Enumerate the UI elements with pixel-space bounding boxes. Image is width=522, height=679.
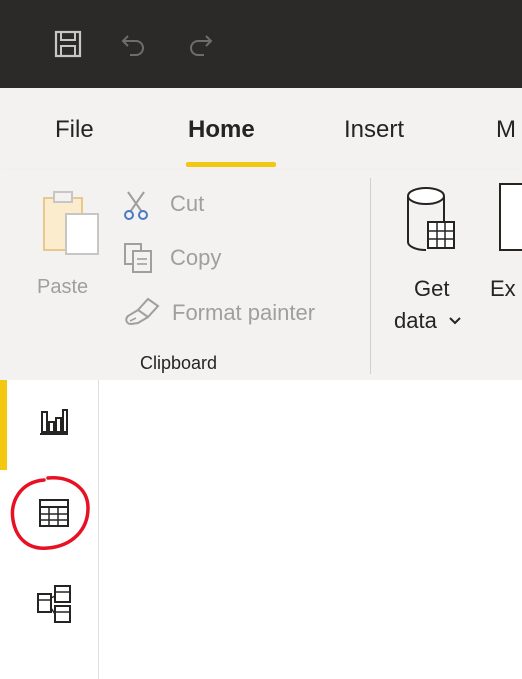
- tab-home[interactable]: Home: [188, 116, 255, 144]
- redo-icon[interactable]: [184, 28, 216, 60]
- paste-icon: [43, 191, 99, 255]
- save-icon[interactable]: [52, 28, 84, 60]
- paintbrush-icon: [125, 297, 160, 326]
- excel-workbook-icon: [499, 183, 522, 251]
- menu-bar: File Home Insert M: [0, 88, 522, 170]
- copy-label: Copy: [170, 245, 222, 270]
- annotation-circle: [10, 476, 90, 550]
- clipboard-group-label: Clipboard: [140, 353, 218, 373]
- ribbon-separator: [370, 178, 371, 374]
- report-canvas[interactable]: [99, 380, 522, 679]
- active-tab-indicator: [186, 162, 276, 167]
- get-data-label-line1: Get: [414, 276, 450, 301]
- format-painter-label: Format painter: [172, 300, 316, 325]
- database-icon: [407, 187, 455, 251]
- active-view-indicator: [0, 380, 7, 470]
- model-icon[interactable]: [36, 584, 72, 624]
- paste-button[interactable]: Paste: [32, 182, 112, 302]
- format-painter-button[interactable]: Format painter: [122, 296, 352, 330]
- chevron-down-icon: [449, 317, 461, 325]
- bar-chart-icon[interactable]: [38, 406, 70, 438]
- tab-modeling[interactable]: M: [496, 116, 516, 144]
- get-data-button[interactable]: Get data: [390, 182, 470, 333]
- cut-label: Cut: [170, 191, 205, 216]
- paste-label: Paste: [37, 276, 89, 298]
- tab-file[interactable]: File: [55, 116, 94, 144]
- get-data-label-line2: data: [394, 308, 437, 333]
- cut-button[interactable]: Cut: [122, 188, 242, 222]
- copy-button[interactable]: Copy: [122, 242, 262, 276]
- tab-insert[interactable]: Insert: [344, 116, 404, 144]
- ribbon: Paste Cut Copy Format painter Clipboard: [0, 170, 522, 380]
- undo-icon[interactable]: [118, 28, 150, 60]
- copy-icon: [124, 243, 152, 273]
- title-bar: [0, 0, 522, 88]
- scissors-icon: [124, 191, 148, 220]
- excel-button[interactable]: Ex: [490, 182, 522, 302]
- excel-label: Ex: [490, 276, 516, 301]
